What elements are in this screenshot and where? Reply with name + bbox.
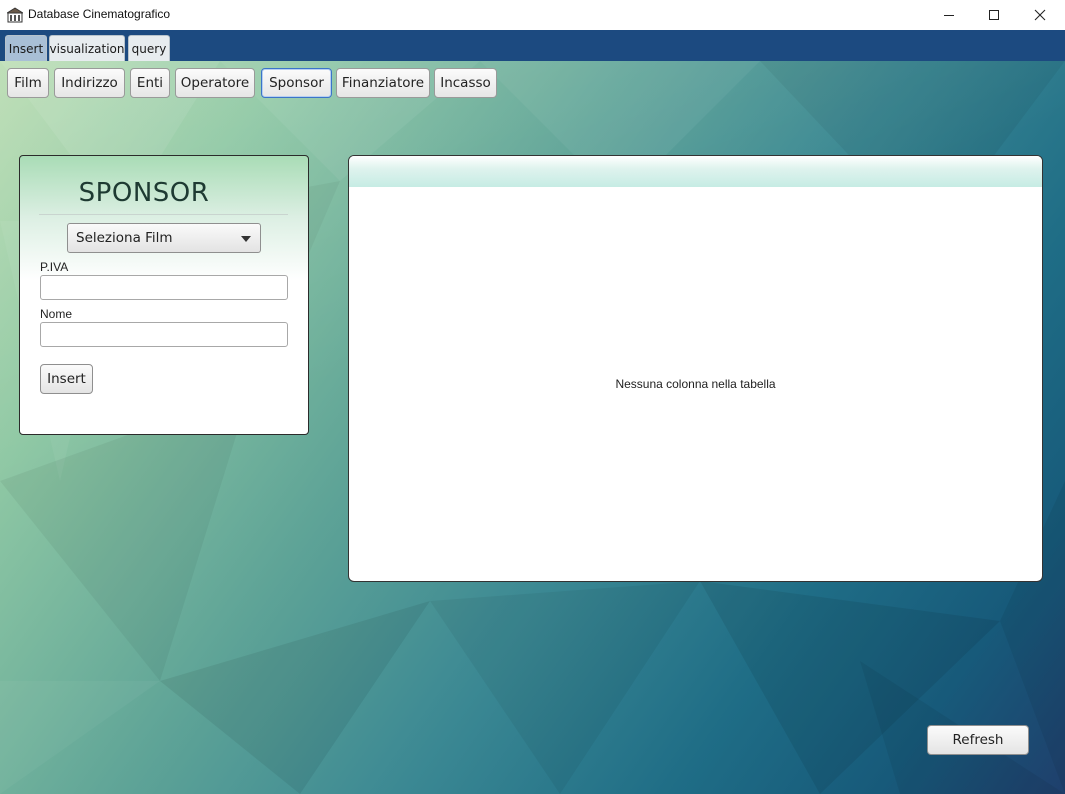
refresh-button[interactable]: Refresh <box>927 725 1029 755</box>
subtab-finanziatore[interactable]: Finanziatore <box>336 68 430 98</box>
tab-insert[interactable]: Insert <box>5 35 47 61</box>
chevron-down-icon <box>241 236 251 242</box>
insert-button[interactable]: Insert <box>40 364 93 394</box>
subtab-incasso[interactable]: Incasso <box>434 68 497 98</box>
window-title: Database Cinematografico <box>28 7 171 21</box>
nome-input[interactable] <box>40 322 288 347</box>
tab-query[interactable]: query <box>128 35 170 61</box>
minimize-icon <box>944 15 954 16</box>
title-separator <box>39 214 288 215</box>
table-header <box>349 156 1042 187</box>
subtab-operatore[interactable]: Operatore <box>175 68 255 98</box>
minimize-button[interactable] <box>926 0 972 30</box>
close-icon <box>1034 9 1046 21</box>
maximize-icon <box>989 10 999 20</box>
main-tab-strip: Insert visualization query <box>0 30 1065 61</box>
subtab-film[interactable]: Film <box>7 68 49 98</box>
subtab-sponsor[interactable]: Sponsor <box>261 68 332 98</box>
close-button[interactable] <box>1017 0 1063 30</box>
tab-visualization[interactable]: visualization <box>49 35 125 61</box>
film-select-value: Seleziona Film <box>76 230 173 246</box>
window-title-bar: Database Cinematografico <box>0 0 1065 30</box>
subtab-enti[interactable]: Enti <box>130 68 170 98</box>
piva-input[interactable] <box>40 275 288 300</box>
data-table[interactable]: Nessuna colonna nella tabella <box>348 155 1043 582</box>
form-title: SPONSOR <box>78 178 210 208</box>
building-icon <box>7 7 23 23</box>
film-select[interactable]: Seleziona Film <box>67 223 261 253</box>
subtab-indirizzo[interactable]: Indirizzo <box>54 68 125 98</box>
piva-label: P.IVA <box>40 260 69 274</box>
table-placeholder: Nessuna colonna nella tabella <box>615 377 776 391</box>
maximize-button[interactable] <box>971 0 1017 30</box>
nome-label: Nome <box>40 307 73 321</box>
